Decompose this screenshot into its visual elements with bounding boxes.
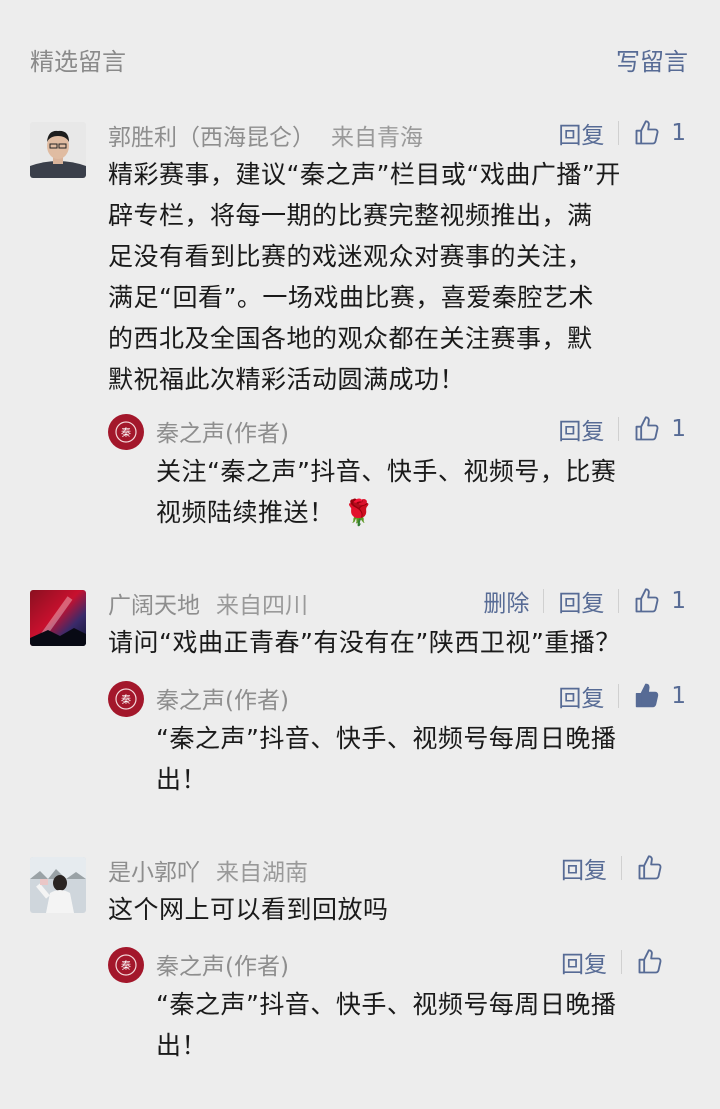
author-name: 郭胜利（西海昆仑） — [108, 125, 315, 151]
comment-author: 郭胜利（西海昆仑） 来自青海 — [108, 118, 423, 152]
comment-author: 是小郭吖 来自湖南 — [108, 853, 308, 887]
like-button[interactable] — [636, 854, 686, 882]
avatar[interactable] — [30, 590, 86, 646]
reply-line: 出！ — [156, 765, 208, 794]
comment-line: 的西北及全国各地的观众都在关注赛事，默 — [108, 324, 593, 353]
reply-text: “秦之声”抖音、快手、视频号每周日晚播 出！ — [156, 984, 696, 1066]
thumbs-up-icon — [635, 416, 659, 441]
comment-line: 精彩赛事，建议“秦之声”栏目或“戏曲广播”开 — [108, 160, 621, 189]
author-name: 广阔天地 — [108, 593, 200, 619]
like-count: 1 — [671, 588, 686, 614]
reply-button[interactable]: 回复 — [561, 945, 607, 979]
divider — [618, 121, 620, 145]
reply-button[interactable]: 回复 — [558, 584, 604, 618]
reply-author-name: 秦之声(作者) — [156, 954, 289, 980]
comment-line: 辟专栏，将每一期的比赛完整视频推出，满 — [108, 201, 593, 230]
divider — [618, 684, 620, 708]
comment-author: 广阔天地 来自四川 — [108, 586, 308, 620]
reply-button[interactable]: 回复 — [558, 116, 604, 150]
avatar[interactable] — [30, 857, 86, 913]
thumbs-up-icon — [635, 588, 659, 613]
comment-line: 满足“回看”。一场戏曲比赛，喜爱秦腔艺术 — [108, 283, 594, 312]
author-location: 来自四川 — [216, 593, 308, 619]
reply-text: “秦之声”抖音、快手、视频号每周日晚播 出！ — [156, 718, 696, 800]
section-title: 精选留言 — [30, 48, 126, 76]
thumbs-up-icon — [638, 855, 662, 880]
avatar[interactable] — [30, 122, 86, 178]
comment-text: 精彩赛事，建议“秦之声”栏目或“戏曲广播”开 辟专栏，将每一期的比赛完整视频推出… — [108, 154, 698, 400]
comment-text: 这个网上可以看到回放吗 — [108, 889, 708, 930]
reply-line: 出！ — [156, 1031, 208, 1060]
delete-button[interactable]: 删除 — [483, 584, 529, 618]
divider — [543, 589, 545, 613]
comment-actions: 删除 回复 1 — [483, 584, 686, 618]
reply-author-name: 秦之声(作者) — [156, 421, 289, 447]
like-button-active[interactable]: 1 — [633, 682, 686, 710]
reply-actions: 回复 1 — [558, 412, 686, 446]
write-comment-button[interactable]: 写留言 — [616, 42, 688, 77]
comment-actions: 回复 1 — [558, 116, 686, 150]
divider — [618, 589, 620, 613]
reply-button[interactable]: 回复 — [561, 851, 607, 885]
reply-line: “秦之声”抖音、快手、视频号每周日晚播 — [156, 724, 617, 753]
comment-line: 这个网上可以看到回放吗 — [108, 895, 389, 924]
reply-line: 关注“秦之声”抖音、快手、视频号，比赛 — [156, 457, 617, 486]
like-button[interactable]: 1 — [633, 119, 686, 147]
reply-line: “秦之声”抖音、快手、视频号每周日晚播 — [156, 990, 617, 1019]
author-avatar[interactable]: 秦 — [108, 414, 144, 450]
rose-icon: 🌹 — [342, 498, 375, 527]
divider — [618, 417, 620, 441]
author-location: 来自青海 — [331, 125, 423, 151]
reply-button[interactable]: 回复 — [558, 412, 604, 446]
like-button[interactable] — [636, 948, 686, 976]
reply-text: 关注“秦之声”抖音、快手、视频号，比赛 视频陆续推送！ 🌹 — [156, 451, 696, 533]
svg-text:秦: 秦 — [121, 426, 131, 439]
author-name: 是小郭吖 — [108, 860, 200, 886]
thumbs-up-icon — [635, 120, 659, 145]
reply-author-name: 秦之声(作者) — [156, 688, 289, 714]
author-avatar[interactable]: 秦 — [108, 947, 144, 983]
reply-button[interactable]: 回复 — [558, 679, 604, 713]
like-count: 1 — [671, 683, 686, 709]
comment-text: 请问“戏曲正青春”有没有在”陕西卫视”重播？ — [108, 622, 708, 663]
comment-actions: 回复 — [561, 851, 686, 885]
author-location: 来自湖南 — [216, 860, 308, 886]
like-count: 1 — [671, 120, 686, 146]
like-count: 1 — [671, 416, 686, 442]
svg-text:秦: 秦 — [121, 959, 131, 972]
thumbs-up-filled-icon — [636, 683, 659, 708]
like-button[interactable]: 1 — [633, 587, 686, 615]
svg-text:秦: 秦 — [121, 693, 131, 706]
divider — [621, 856, 622, 880]
comment-line: 默祝福此次精彩活动圆满成功！ — [108, 365, 466, 394]
reply-line: 视频陆续推送！ — [156, 498, 335, 527]
author-avatar[interactable]: 秦 — [108, 681, 144, 717]
divider — [621, 950, 622, 974]
comment-line: 足没有看到比赛的戏迷观众对赛事的关注， — [108, 242, 593, 271]
thumbs-up-icon — [638, 949, 662, 974]
comment-line: 请问“戏曲正青春”有没有在”陕西卫视”重播？ — [108, 628, 621, 657]
like-button[interactable]: 1 — [633, 415, 686, 443]
reply-actions: 回复 — [561, 945, 686, 979]
reply-actions: 回复 1 — [558, 679, 686, 713]
